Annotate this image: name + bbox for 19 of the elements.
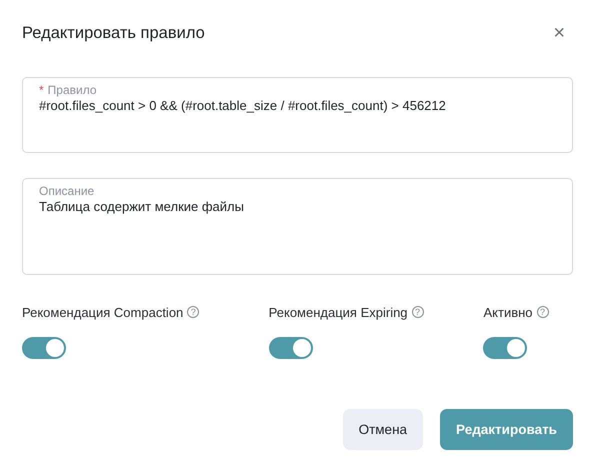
- dialog-title: Редактировать правило: [22, 24, 205, 42]
- text-area-field[interactable]: Описание Таблица содержит мелкие файлы: [22, 178, 573, 275]
- toggle-label: Рекомендация Compaction: [22, 304, 184, 320]
- cancel-button[interactable]: Отмена: [342, 409, 424, 450]
- field-value: Таблица содержит мелкие файлы: [39, 199, 245, 215]
- field-label: Описание: [39, 184, 96, 198]
- help-icon[interactable]: ?: [187, 306, 200, 318]
- help-icon[interactable]: ?: [412, 306, 424, 318]
- toggle-switch[interactable]: [268, 337, 313, 359]
- close-button[interactable]: ×: [549, 23, 569, 43]
- toggle-switch[interactable]: [483, 337, 528, 359]
- toggle-label: Рекомендация Expiring: [268, 304, 408, 320]
- field-label: * Правило: [39, 83, 98, 97]
- submit-button[interactable]: Редактировать: [440, 409, 573, 450]
- toggle-switch[interactable]: [22, 337, 66, 359]
- help-icon[interactable]: ?: [536, 306, 549, 318]
- toggle-label: Активно: [483, 304, 533, 320]
- field-value: #root.files_count > 0 && (#root.table_size / #root.files_count) > 456212: [39, 98, 447, 114]
- text-area-field[interactable]: * Правило #root.files_count > 0 && (#root.table_size / #root.files_count) > 456212: [22, 77, 573, 153]
